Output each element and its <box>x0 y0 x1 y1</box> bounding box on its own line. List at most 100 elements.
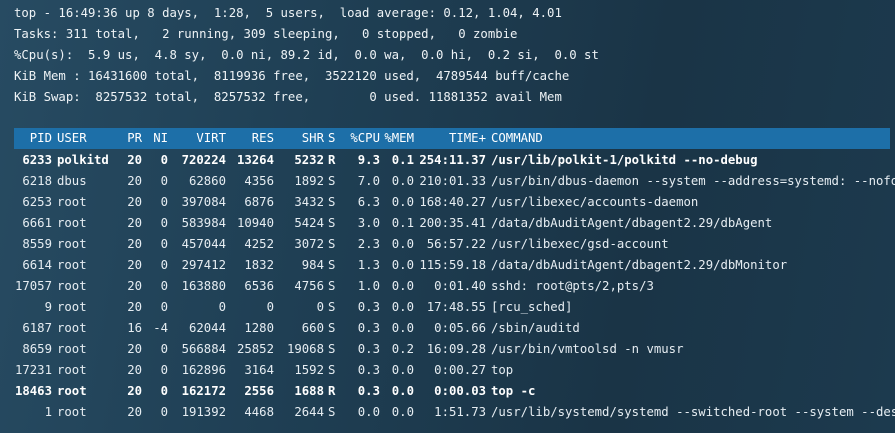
swap-line: KiB Swap: 8257532 total, 8257532 free, 0… <box>14 90 562 104</box>
process-row[interactable]: 17231 root 20 0 162896 3164 1592 S 0.3 0.0 0:00.27… <box>14 360 895 381</box>
state-cell: S <box>328 279 336 293</box>
process-row[interactable]: 1 root 20 0 191392 4468 2644 S 0.0 0.0 1:51.73/usr… <box>14 402 895 423</box>
col-pr: PR <box>127 131 142 145</box>
terminal-window[interactable]: top - 16:49:36 up 8 days, 1:28, 5 users,… <box>0 0 895 433</box>
process-row[interactable]: 6614 root 20 0 297412 1832 984 S 1.3 0.0 115:59.18… <box>14 255 895 276</box>
time-cell: 115:59.18 <box>419 258 486 272</box>
col-cpu: %CPU <box>350 131 380 145</box>
state-cell: S <box>328 174 336 188</box>
res-cell: 1280 <box>244 321 274 335</box>
cpu-cell: 0.3 <box>357 384 380 398</box>
col-virt: VIRT <box>196 131 226 145</box>
virt-cell: 191392 <box>181 405 226 419</box>
col-ni: NI <box>153 131 168 145</box>
process-row[interactable]: 6253 root 20 0 397084 6876 3432 S 6.3 0.0 168:40.2… <box>14 192 895 213</box>
user-cell: polkitd <box>57 153 109 167</box>
process-row[interactable]: 8559 root 20 0 457044 4252 3072 S 2.3 0.0 56:57.22… <box>14 234 895 255</box>
nice-cell: 0 <box>160 153 168 167</box>
process-row[interactable]: 8659 root 20 0 566884 25852 19068 S 0.3 0.2 16:09.… <box>14 339 895 360</box>
mem-cell: 0.0 <box>391 300 414 314</box>
cpu-cell: 0.3 <box>357 321 380 335</box>
cpu-cell: 1.3 <box>357 258 380 272</box>
user-cell: root <box>57 300 87 314</box>
process-row[interactable]: 6661 root 20 0 583984 10940 5424 S 3.0 0.1 200:35.… <box>14 213 895 234</box>
res-cell: 0 <box>266 300 274 314</box>
nice-cell: 0 <box>160 384 168 398</box>
res-cell: 4356 <box>244 174 274 188</box>
pid-cell: 6218 <box>22 174 52 188</box>
pid-cell: 1 <box>44 405 52 419</box>
command-cell: /usr/bin/vmtoolsd -n vmusr <box>491 342 684 356</box>
mem-cell: 0.0 <box>391 363 414 377</box>
col-res: RES <box>251 131 274 145</box>
nice-cell: 0 <box>160 342 168 356</box>
virt-cell: 566884 <box>181 342 226 356</box>
res-cell: 2556 <box>244 384 274 398</box>
pid-cell: 6253 <box>22 195 52 209</box>
cpu-cell: 0.3 <box>357 342 380 356</box>
nice-cell: 0 <box>160 195 168 209</box>
mem-cell: 0.0 <box>391 279 414 293</box>
shr-cell: 0 <box>316 300 324 314</box>
process-table-header: PID USER PR NI VIRT RES SHR S %CPU %MEM … <box>14 128 890 149</box>
priority-cell: 20 <box>127 237 142 251</box>
user-cell: dbus <box>57 174 87 188</box>
mem-cell: 0.0 <box>391 195 414 209</box>
pid-cell: 9 <box>44 300 52 314</box>
state-cell: R <box>328 384 336 398</box>
col-pid: PID <box>29 131 52 145</box>
time-cell: 0:00.27 <box>434 363 486 377</box>
nice-cell: 0 <box>160 405 168 419</box>
virt-cell: 457044 <box>181 237 226 251</box>
process-row[interactable]: 17057 root 20 0 163880 6536 4756 S 1.0 0.0 0:01.40… <box>14 276 895 297</box>
cpu-cell: 3.0 <box>357 216 380 230</box>
virt-cell: 62860 <box>188 174 226 188</box>
command-cell: /usr/libexec/gsd-account <box>491 237 669 251</box>
time-cell: 200:35.41 <box>419 216 486 230</box>
col-state: S <box>328 131 336 145</box>
priority-cell: 20 <box>127 363 142 377</box>
process-row[interactable]: 6218 dbus 20 0 62860 4356 1892 S 7.0 0.0 210:01.33… <box>14 171 895 192</box>
priority-cell: 20 <box>127 300 142 314</box>
state-cell: S <box>328 237 336 251</box>
nice-cell: 0 <box>160 279 168 293</box>
pid-cell: 17057 <box>14 279 52 293</box>
process-row[interactable]: 18463 root 20 0 162172 2556 1688 R 0.3 0.0 0:00.03… <box>14 381 895 402</box>
user-cell: root <box>57 258 87 272</box>
res-cell: 6876 <box>244 195 274 209</box>
nice-cell: 0 <box>160 216 168 230</box>
virt-cell: 583984 <box>181 216 226 230</box>
virt-cell: 720224 <box>181 153 226 167</box>
pid-cell: 6661 <box>22 216 52 230</box>
mem-cell: 0.1 <box>391 216 414 230</box>
time-cell: 0:01.40 <box>434 279 486 293</box>
user-cell: root <box>57 195 87 209</box>
pid-cell: 6187 <box>22 321 52 335</box>
user-cell: root <box>57 279 87 293</box>
shr-cell: 4756 <box>294 279 324 293</box>
command-cell: top <box>491 363 514 377</box>
process-row[interactable]: 9 root 20 0 0 0 0 S 0.3 0.0 17:48.55 [rcu_sched] <box>14 297 895 318</box>
user-cell: root <box>57 363 87 377</box>
pid-cell: 8559 <box>22 237 52 251</box>
state-cell: S <box>328 216 336 230</box>
pid-cell: 6614 <box>22 258 52 272</box>
process-row[interactable]: 6187 root 16 -4 62044 1280 660 S 0.3 0.0 0:05.66/s… <box>14 318 895 339</box>
user-cell: root <box>57 216 87 230</box>
state-cell: S <box>328 195 336 209</box>
priority-cell: 16 <box>127 321 142 335</box>
col-shr: SHR <box>301 131 324 145</box>
pid-cell: 18463 <box>14 384 52 398</box>
state-cell: S <box>328 342 336 356</box>
shr-cell: 984 <box>301 258 324 272</box>
time-cell: 56:57.22 <box>426 237 486 251</box>
command-cell: /usr/lib/systemd/systemd --switched-root… <box>491 405 895 419</box>
time-cell: 0:00.03 <box>434 384 486 398</box>
time-cell: 17:48.55 <box>426 300 486 314</box>
shr-cell: 3072 <box>294 237 324 251</box>
time-cell: 210:01.33 <box>419 174 486 188</box>
mem-cell: 0.0 <box>391 405 414 419</box>
priority-cell: 20 <box>127 258 142 272</box>
process-row[interactable]: 6233 polkitd 20 0 720224 13264 5232 R 9.3 0.1 254:… <box>14 150 895 171</box>
nice-cell: 0 <box>160 300 168 314</box>
